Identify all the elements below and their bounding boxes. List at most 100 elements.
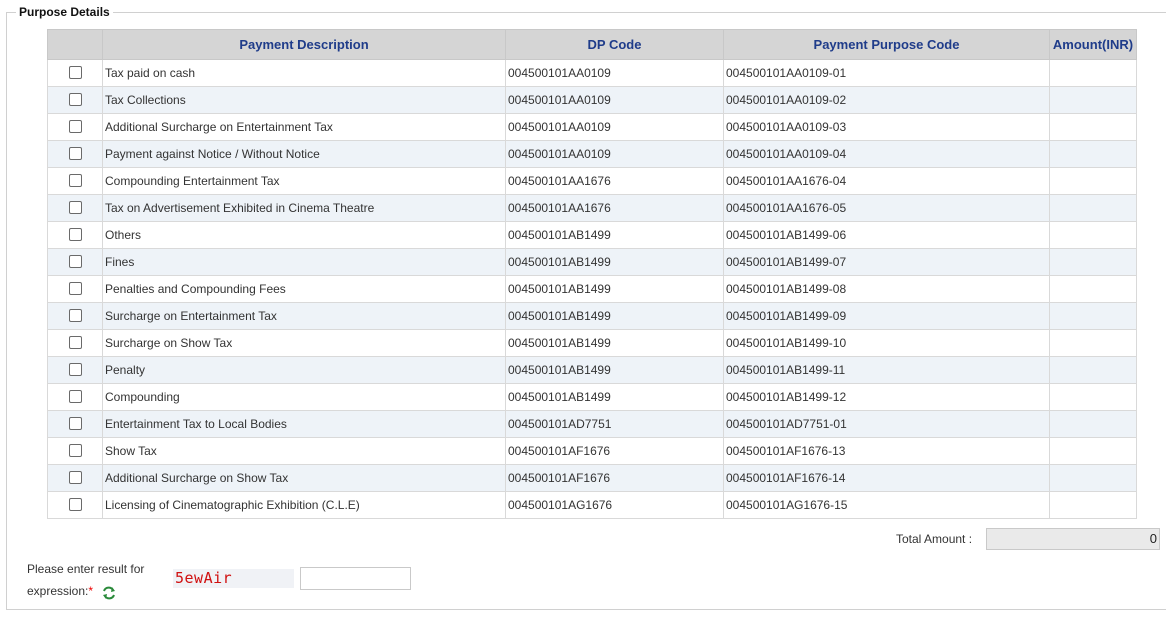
amount-cell[interactable] [1049, 194, 1137, 222]
payment-description-cell: Penalty [102, 356, 506, 384]
payment-description-cell: Additional Surcharge on Entertainment Ta… [102, 113, 506, 141]
table-row: Payment against Notice / Without Notice 0… [47, 140, 1137, 168]
table-row: Tax on Advertisement Exhibited in Cinema… [47, 194, 1137, 222]
row-select-cell [47, 194, 103, 222]
table-row: Tax paid on cash 004500101AA0109 004500101… [47, 59, 1137, 87]
amount-cell[interactable] [1049, 59, 1137, 87]
row-checkbox[interactable] [68, 336, 82, 350]
row-select-cell [47, 383, 103, 411]
amount-cell[interactable] [1049, 410, 1137, 438]
amount-cell[interactable] [1049, 167, 1137, 195]
table-row: Additional Surcharge on Entertainment Ta… [47, 113, 1137, 141]
row-checkbox[interactable] [68, 66, 82, 80]
row-checkbox[interactable] [68, 120, 82, 134]
row-select-cell [47, 140, 103, 168]
dp-code-cell: 004500101AB1499 [505, 275, 724, 303]
row-select-cell [47, 221, 103, 249]
payment-description-cell: Tax on Advertisement Exhibited in Cinema… [102, 194, 506, 222]
purpose-code-cell: 004500101AB1499-08 [723, 275, 1050, 303]
captcha-label: Please enter result for expression:* [27, 558, 144, 602]
row-select-cell [47, 86, 103, 114]
amount-cell[interactable] [1049, 275, 1137, 303]
dp-code-cell: 004500101AB1499 [505, 356, 724, 384]
row-select-cell [47, 356, 103, 384]
amount-cell[interactable] [1049, 464, 1137, 492]
dp-code-cell: 004500101AA0109 [505, 140, 724, 168]
dp-code-cell: 004500101AA1676 [505, 167, 724, 195]
amount-cell[interactable] [1049, 383, 1137, 411]
purpose-code-cell: 004500101AA1676-04 [723, 167, 1050, 195]
amount-cell[interactable] [1049, 437, 1137, 465]
row-select-cell [47, 59, 103, 87]
row-checkbox[interactable] [68, 147, 82, 161]
purpose-code-cell: 004500101AA0109-01 [723, 59, 1050, 87]
dp-code-cell: 004500101AA0109 [505, 113, 724, 141]
row-checkbox[interactable] [68, 228, 82, 242]
row-select-cell [47, 464, 103, 492]
row-checkbox[interactable] [68, 93, 82, 107]
dp-code-cell: 004500101AB1499 [505, 383, 724, 411]
table-row: Fines 004500101AB1499 004500101AB1499-07 [47, 248, 1137, 276]
purpose-code-cell: 004500101AF1676-14 [723, 464, 1050, 492]
refresh-arrows-icon[interactable] [102, 585, 116, 600]
payment-description-cell: Penalties and Compounding Fees [102, 275, 506, 303]
amount-cell[interactable] [1049, 248, 1137, 276]
payment-description-cell: Payment against Notice / Without Notice [102, 140, 506, 168]
captcha-image: 5ewAir [173, 569, 294, 588]
row-checkbox[interactable] [68, 417, 82, 431]
required-mark: * [88, 584, 94, 598]
amount-cell[interactable] [1049, 356, 1137, 384]
row-select-cell [47, 491, 103, 519]
captcha-input[interactable] [300, 567, 411, 590]
captcha-label-line1: Please enter result for [27, 562, 145, 576]
dp-code-cell: 004500101AB1499 [505, 302, 724, 330]
amount-cell[interactable] [1049, 491, 1137, 519]
payment-description-cell: Compounding Entertainment Tax [102, 167, 506, 195]
purpose-code-cell: 004500101AA1676-05 [723, 194, 1050, 222]
amount-cell[interactable] [1049, 140, 1137, 168]
row-checkbox[interactable] [68, 498, 82, 512]
payment-description-cell: Fines [102, 248, 506, 276]
amount-cell[interactable] [1049, 221, 1137, 249]
row-checkbox[interactable] [68, 174, 82, 188]
purpose-code-cell: 004500101AB1499-10 [723, 329, 1050, 357]
section-legend: Purpose Details [16, 5, 113, 19]
table-row: Additional Surcharge on Show Tax 00450010… [47, 464, 1137, 492]
amount-cell[interactable] [1049, 329, 1137, 357]
purpose-code-cell: 004500101AA0109-04 [723, 140, 1050, 168]
header-select [47, 29, 103, 60]
payment-description-cell: Additional Surcharge on Show Tax [102, 464, 506, 492]
row-checkbox[interactable] [68, 471, 82, 485]
purpose-code-cell: 004500101AB1499-12 [723, 383, 1050, 411]
dp-code-cell: 004500101AF1676 [505, 464, 724, 492]
purpose-code-cell: 004500101AF1676-13 [723, 437, 1050, 465]
row-checkbox[interactable] [68, 201, 82, 215]
dp-code-cell: 004500101AA1676 [505, 194, 724, 222]
dp-code-cell: 004500101AG1676 [505, 491, 724, 519]
payment-description-cell: Entertainment Tax to Local Bodies [102, 410, 506, 438]
purpose-code-cell: 004500101AG1676-15 [723, 491, 1050, 519]
payment-description-cell: Tax paid on cash [102, 59, 506, 87]
purpose-code-cell: 004500101AB1499-11 [723, 356, 1050, 384]
row-checkbox[interactable] [68, 363, 82, 377]
dp-code-cell: 004500101AB1499 [505, 248, 724, 276]
amount-cell[interactable] [1049, 302, 1137, 330]
amount-cell[interactable] [1049, 113, 1137, 141]
payment-description-cell: Tax Collections [102, 86, 506, 114]
row-checkbox[interactable] [68, 390, 82, 404]
table-row: Surcharge on Entertainment Tax 004500101A… [47, 302, 1137, 330]
purpose-code-cell: 004500101AA0109-03 [723, 113, 1050, 141]
row-select-cell [47, 275, 103, 303]
row-select-cell [47, 329, 103, 357]
captcha-label-line2: expression: [27, 584, 89, 598]
row-checkbox[interactable] [68, 309, 82, 323]
payment-description-cell: Others [102, 221, 506, 249]
row-checkbox[interactable] [68, 444, 82, 458]
row-checkbox[interactable] [68, 255, 82, 269]
purpose-code-cell: 004500101AB1499-07 [723, 248, 1050, 276]
row-checkbox[interactable] [68, 282, 82, 296]
dp-code-cell: 004500101AF1676 [505, 437, 724, 465]
dp-code-cell: 004500101AA0109 [505, 86, 724, 114]
amount-cell[interactable] [1049, 86, 1137, 114]
header-amount: Amount(INR) [1049, 29, 1137, 60]
